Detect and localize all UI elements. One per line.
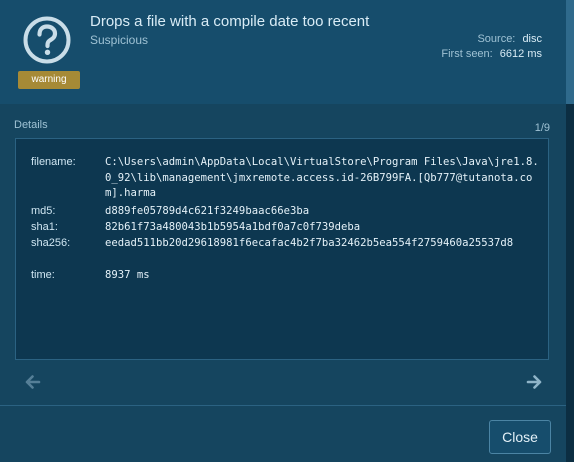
time-key: time:: [31, 269, 55, 281]
sha1-key: sha1:: [31, 221, 58, 233]
details-pager: 1/9: [534, 122, 550, 134]
sha256-value: eedad511bb20d29618981f6ecafac4b2f7ba3246…: [105, 237, 514, 249]
first-seen-label: First seen:: [441, 48, 493, 60]
question-circle-icon: [22, 15, 72, 65]
signature-header: warning Drops a file with a compile date…: [0, 0, 566, 104]
footer-divider: [0, 405, 566, 406]
time-value: 8937 ms: [105, 269, 150, 281]
md5-key: md5:: [31, 205, 56, 217]
filename-key: filename:: [31, 156, 76, 168]
source-label: Source:: [477, 33, 516, 45]
first-seen-row: First seen: 6612 ms: [441, 48, 542, 60]
md5-value: d889fe05789d4c621f3249baac66e3ba: [105, 205, 310, 217]
arrow-right-icon[interactable]: [523, 371, 545, 393]
close-button[interactable]: Close: [489, 420, 551, 454]
first-seen-value: 6612 ms: [499, 48, 542, 60]
details-panel: filename: C:\Users\admin\AppData\Local\V…: [15, 138, 549, 360]
details-heading: Details: [14, 119, 48, 131]
signature-title: Drops a file with a compile date too rec…: [90, 13, 370, 30]
sha256-key: sha256:: [31, 237, 71, 249]
source-row: Source: disc: [477, 33, 542, 45]
filename-value: C:\Users\admin\AppData\Local\VirtualStor…: [105, 156, 539, 199]
scrollbar[interactable]: [566, 0, 574, 462]
signature-category: Suspicious: [90, 33, 149, 47]
sha1-value: 82b61f73a480043b1b5954a1bdf0a7c0f739deba: [105, 221, 361, 233]
scrollbar-thumb[interactable]: [566, 0, 574, 104]
arrow-left-icon[interactable]: [22, 371, 44, 393]
severity-badge: warning: [18, 71, 80, 89]
source-value: disc: [522, 33, 542, 45]
